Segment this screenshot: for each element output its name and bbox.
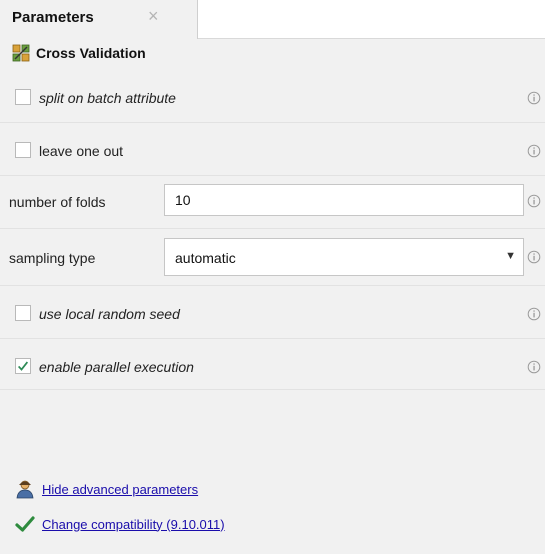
expert-user-icon [16, 480, 34, 499]
change-compatibility-link[interactable]: Change compatibility (9.10.011) [42, 517, 225, 532]
split-on-batch-checkbox[interactable] [15, 89, 31, 105]
info-icon[interactable] [527, 91, 541, 105]
sampling-type-label: sampling type [9, 250, 96, 266]
operator-title: Cross Validation [36, 45, 146, 61]
enable-parallel-execution-label: enable parallel execution [39, 359, 194, 375]
info-icon[interactable] [527, 360, 541, 374]
hide-advanced-parameters-link[interactable]: Hide advanced parameters [42, 482, 198, 497]
close-icon[interactable]: × [148, 6, 159, 27]
number-of-folds-input[interactable] [164, 184, 524, 216]
param-row-leave-one-out: leave one out [0, 123, 545, 176]
info-icon[interactable] [527, 250, 541, 264]
sampling-type-value: automatic [175, 250, 236, 266]
info-icon[interactable] [527, 194, 541, 208]
param-row-use-local-random-seed: use local random seed [0, 286, 545, 339]
number-of-folds-label: number of folds [9, 194, 106, 210]
leave-one-out-checkbox[interactable] [15, 142, 31, 158]
operator-header: Cross Validation [12, 43, 146, 63]
hide-advanced-parameters-link-row[interactable]: Hide advanced parameters [15, 479, 198, 499]
enable-parallel-execution-checkbox[interactable] [15, 358, 31, 374]
tab-parameters[interactable]: Parameters × [0, 0, 198, 39]
checkmark-icon [17, 361, 29, 371]
cross-validation-icon [12, 44, 30, 62]
tab-bar: Parameters × [0, 0, 545, 39]
parameters-panel: Parameters × Cross Validation split on b… [0, 0, 545, 554]
change-compatibility-link-row[interactable]: Change compatibility (9.10.011) [15, 514, 225, 534]
param-row-number-of-folds: number of folds [0, 176, 545, 229]
info-icon[interactable] [527, 307, 541, 321]
leave-one-out-label: leave one out [39, 143, 124, 159]
param-row-sampling-type: sampling type automatic ▼ [0, 229, 545, 286]
green-checkmark-icon [15, 516, 35, 532]
param-row-enable-parallel-execution: enable parallel execution [0, 339, 545, 390]
split-on-batch-label: split on batch attribute [39, 90, 176, 106]
sampling-type-select[interactable]: automatic ▼ [164, 238, 524, 276]
use-local-random-seed-label: use local random seed [39, 306, 180, 322]
param-row-split-on-batch: split on batch attribute [0, 75, 545, 123]
dropdown-arrow-icon: ▼ [505, 250, 516, 262]
info-icon[interactable] [527, 144, 541, 158]
tab-label: Parameters [12, 9, 94, 26]
use-local-random-seed-checkbox[interactable] [15, 305, 31, 321]
